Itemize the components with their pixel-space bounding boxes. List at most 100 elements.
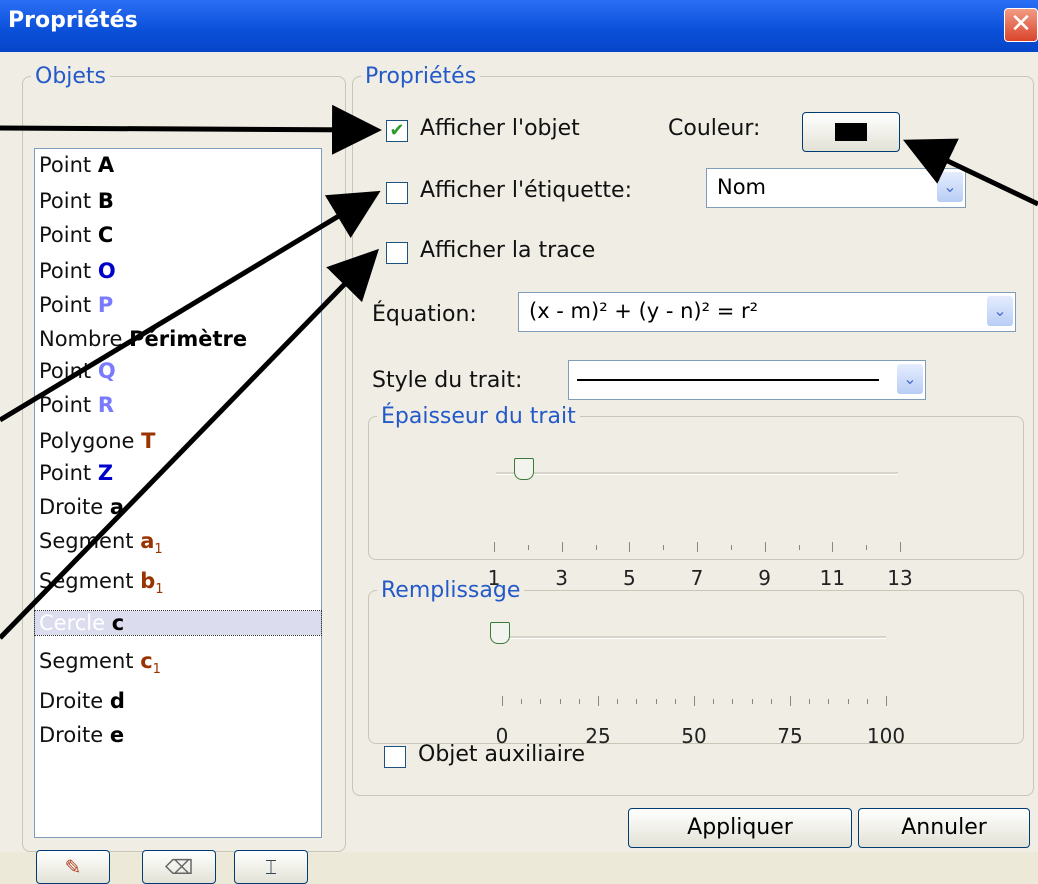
thickness-group: Épaisseur du trait — [368, 404, 1024, 560]
list-item[interactable]: Droite e — [39, 723, 124, 747]
list-item-type: Segment — [39, 529, 141, 553]
list-item-subscript: 1 — [154, 542, 163, 558]
auxiliary-checkbox[interactable] — [384, 746, 406, 768]
show-trace-checkbox[interactable] — [386, 242, 408, 264]
scale-tick — [900, 542, 901, 552]
list-item[interactable]: Point A — [39, 153, 114, 177]
text-cursor-icon: ⌶ — [265, 855, 277, 879]
scale-tick — [502, 696, 503, 706]
scale-tick-label: 50 — [681, 724, 707, 748]
list-item-type: Nombre — [39, 327, 130, 351]
thickness-legend: Épaisseur du trait — [381, 404, 576, 429]
list-item[interactable]: Polygone T — [39, 429, 155, 453]
equation-label: Équation: — [372, 302, 477, 327]
label-mode-select[interactable]: Nom ⌄ — [706, 168, 966, 208]
show-label-label: Afficher l'étiquette: — [420, 178, 633, 203]
scale-minor-tick — [559, 699, 561, 704]
edit-button[interactable]: ✎ — [36, 850, 110, 884]
list-item[interactable]: Point Q — [39, 359, 116, 383]
list-item-name: e — [109, 723, 125, 747]
scale-tick — [790, 696, 791, 706]
scale-minor-tick — [751, 699, 753, 704]
auxiliary-label: Objet auxiliaire — [418, 742, 586, 767]
list-item-name: A — [97, 153, 115, 177]
scale-minor-tick — [663, 545, 665, 550]
list-item[interactable]: Cercle c — [34, 610, 322, 636]
cancel-button[interactable]: Annuler — [858, 808, 1030, 848]
rename-button[interactable]: ⌶ — [234, 850, 308, 884]
thickness-slider-thumb[interactable] — [514, 458, 534, 480]
scale-tick — [832, 542, 834, 552]
list-item[interactable]: Segment a1 — [39, 529, 163, 557]
color-swatch — [835, 123, 867, 141]
list-item-type: Point — [39, 189, 98, 213]
list-item-name: B — [97, 189, 114, 213]
show-object-checkbox[interactable]: ✔ — [386, 120, 408, 142]
color-button[interactable] — [802, 112, 900, 152]
list-item-name: O — [97, 259, 116, 283]
apply-button[interactable]: Appliquer — [628, 808, 852, 848]
list-item-name: c — [111, 611, 125, 635]
list-item-name: P — [97, 293, 114, 317]
show-label-checkbox[interactable] — [386, 182, 408, 204]
list-item[interactable]: Droite a — [39, 495, 124, 519]
list-item-name: Z — [97, 461, 114, 485]
list-item-type: Cercle — [39, 611, 112, 635]
list-item[interactable]: Nombre Périmètre — [39, 327, 247, 351]
list-item[interactable]: Segment b1 — [39, 569, 164, 597]
fill-slider-thumb[interactable] — [490, 622, 510, 644]
scale-tick-label: 100 — [866, 724, 906, 748]
scale-minor-tick — [674, 699, 676, 704]
scale-minor-tick — [540, 699, 542, 704]
list-item-name: R — [97, 393, 114, 417]
list-item[interactable]: Point B — [39, 189, 114, 213]
list-item[interactable]: Point Z — [39, 461, 113, 485]
scale-minor-tick — [866, 699, 868, 704]
list-item-name: Q — [97, 359, 116, 383]
equation-select[interactable]: (x - m)² + (y - n)² = r² ⌄ — [518, 292, 1016, 332]
fill-slider-track — [496, 636, 886, 639]
list-item-name: a — [140, 529, 155, 553]
line-style-select[interactable]: ⌄ — [568, 360, 926, 400]
pencil-icon: ✎ — [64, 855, 82, 879]
properties-legend: Propriétés — [365, 64, 477, 89]
scale-tick — [598, 696, 599, 706]
equation-value: (x - m)² + (y - n)² = r² — [529, 299, 759, 323]
scale-minor-tick — [655, 699, 657, 704]
line-style-label: Style du trait: — [372, 368, 523, 393]
list-item-type: Point — [39, 393, 98, 417]
scale-tick — [561, 542, 563, 552]
solid-line-preview — [577, 379, 879, 381]
list-item-type: Polygone — [39, 429, 142, 453]
list-item-name: d — [109, 689, 125, 713]
close-icon: ✕ — [1010, 9, 1032, 39]
list-item-type: Point — [39, 359, 98, 383]
list-item[interactable]: Segment c1 — [39, 649, 161, 677]
list-item-type: Droite — [39, 723, 110, 747]
scale-minor-tick — [732, 699, 734, 704]
scale-minor-tick — [713, 699, 715, 704]
scale-minor-tick — [617, 699, 619, 704]
erase-button[interactable]: ⌫ — [142, 850, 216, 884]
list-item-type: Droite — [39, 689, 110, 713]
dialog-body: Objets Point A Point B Point C Point O Point… — [0, 52, 1038, 884]
list-item-subscript: 1 — [155, 582, 164, 598]
fill-legend: Remplissage — [381, 578, 521, 603]
list-item[interactable]: Droite d — [39, 689, 125, 713]
close-button[interactable]: ✕ — [1004, 8, 1038, 42]
list-item[interactable]: Point R — [39, 393, 114, 417]
scale-minor-tick — [828, 699, 830, 704]
scale-tick — [694, 696, 695, 706]
list-item-type: Point — [39, 223, 98, 247]
list-item-type: Point — [39, 461, 98, 485]
fill-group: Remplissage — [368, 578, 1024, 744]
list-item[interactable]: Point C — [39, 223, 113, 247]
scale-minor-tick — [521, 699, 523, 704]
scale-minor-tick — [809, 699, 811, 704]
list-item-type: Point — [39, 259, 98, 283]
list-item-name: C — [97, 223, 114, 247]
objects-list[interactable]: Point A Point B Point C Point O Point P Nombr… — [34, 148, 322, 838]
list-item[interactable]: Point P — [39, 293, 113, 317]
chevron-down-icon: ⌄ — [937, 172, 963, 202]
list-item[interactable]: Point O — [39, 259, 116, 283]
